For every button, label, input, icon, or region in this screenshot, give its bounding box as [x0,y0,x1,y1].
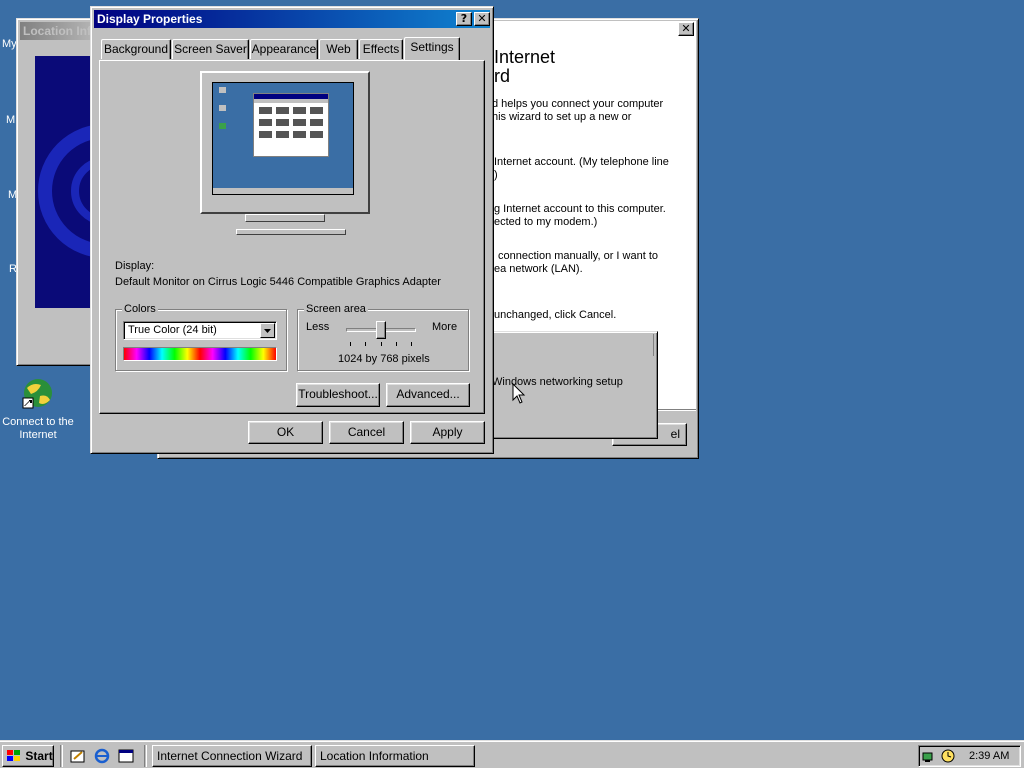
help-button[interactable]: ? [456,12,472,26]
wizard-text-line: g Internet account to this computer. [494,203,666,215]
settings-tab-page: Display: Default Monitor on Cirrus Logic… [99,60,485,414]
monitor-base [236,229,346,235]
taskbar-item-internet-connection-wizard[interactable]: Internet Connection Wizard [152,745,312,767]
location-window-title: Location Inf [20,22,94,40]
taskbar-clock: 2:39 AM [969,750,1010,762]
wizard-heading-line2: rd [494,66,511,86]
globe-icon [22,379,52,409]
color-spectrum-bar [123,347,277,361]
popup-top-bar [640,334,654,356]
desktop-icon-label-line1: Connect to the [2,416,74,428]
channels-icon[interactable] [118,748,134,764]
apply-button[interactable]: Apply [410,421,485,444]
system-tray: 2:39 AM [918,745,1021,767]
display-adapter-name: Default Monitor on Cirrus Logic 5446 Com… [115,276,441,288]
colors-dropdown[interactable]: True Color (24 bit) [123,321,277,340]
mouse-cursor-icon [512,383,526,404]
cancel-button[interactable]: Cancel [329,421,404,444]
colors-group-label: Colors [122,303,158,315]
troubleshoot-button[interactable]: Troubleshoot... [296,383,380,407]
close-button[interactable]: ✕ [474,12,490,26]
task-separator [144,745,147,767]
start-button[interactable]: Start [2,745,54,767]
monitor-screen [212,82,354,195]
desktop-icon-connect-internet[interactable]: Connect to the Internet [0,376,76,442]
screen-area-more-label: More [432,321,458,333]
network-tray-icon[interactable] [922,748,938,764]
wizard-close-button[interactable]: ✕ [678,22,694,36]
wizard-text-line: his wizard to set up a new or [492,111,632,123]
quick-launch-separator [60,745,63,767]
desktop-icon-label-line2: Internet [19,429,57,441]
tab-web[interactable]: Web [319,39,358,59]
screen-area-less-label: Less [306,321,330,333]
scheduler-tray-icon[interactable] [940,748,956,764]
tab-settings[interactable]: Settings [404,37,460,60]
wizard-text-line: ) [494,169,498,181]
wizard-text-line: ea network (LAN). [494,263,583,275]
monitor-preview [200,71,372,222]
ok-button[interactable]: OK [248,421,323,444]
display-label: Display: [115,260,155,272]
slider-ticks [350,342,412,346]
desktop-icon-my-computer[interactable]: M [6,114,15,127]
windows-logo-icon [7,750,20,761]
wizard-text-line: ected to my modem.) [494,216,598,228]
wizard-text-line: connection manually, or I want to [498,250,658,262]
tab-effects[interactable]: Effects [359,39,403,59]
preview-desktop-icons [219,87,229,147]
advanced-button[interactable]: Advanced... [386,383,470,407]
chevron-down-icon[interactable] [260,323,275,338]
tab-screen-saver[interactable]: Screen Saver [172,39,249,59]
location-information-window[interactable]: Location Inf [16,18,99,366]
colors-group [115,309,287,371]
internet-explorer-icon[interactable] [94,748,110,764]
taskbar: Start Internet Connection Wizard Locatio… [0,740,1024,768]
dialog-title: Display Properties [97,12,203,26]
display-properties-titlebar: Display Properties ? ✕ [94,10,490,28]
start-label: Start [25,749,53,763]
screen-area-group-label: Screen area [304,303,368,315]
screen-area-slider-thumb[interactable] [376,321,386,339]
wizard-text-line: Internet account. (My telephone line [494,156,669,168]
monitor-neck [245,214,325,222]
screen-area-resolution-text: 1024 by 768 pixels [338,353,430,365]
show-desktop-icon[interactable] [70,748,86,764]
wizard-text-line: unchanged, click Cancel. [494,309,617,321]
preview-window [253,93,329,157]
wizard-heading-line1: Internet [494,47,556,67]
tab-appearance[interactable]: Appearance [250,39,318,59]
preview-taskbar [213,188,353,194]
tab-background[interactable]: Background [101,39,171,59]
taskbar-item-location-information[interactable]: Location Information [315,745,475,767]
wizard-text-line: d helps you connect your computer [492,98,664,110]
display-properties-dialog[interactable]: Display Properties ? ✕ Background Screen… [90,6,494,454]
tab-strip: Background Screen Saver Appearance Web E… [101,37,481,61]
desktop-icon-my-documents[interactable]: My [2,38,17,51]
colors-dropdown-value: True Color (24 bit) [128,324,217,336]
